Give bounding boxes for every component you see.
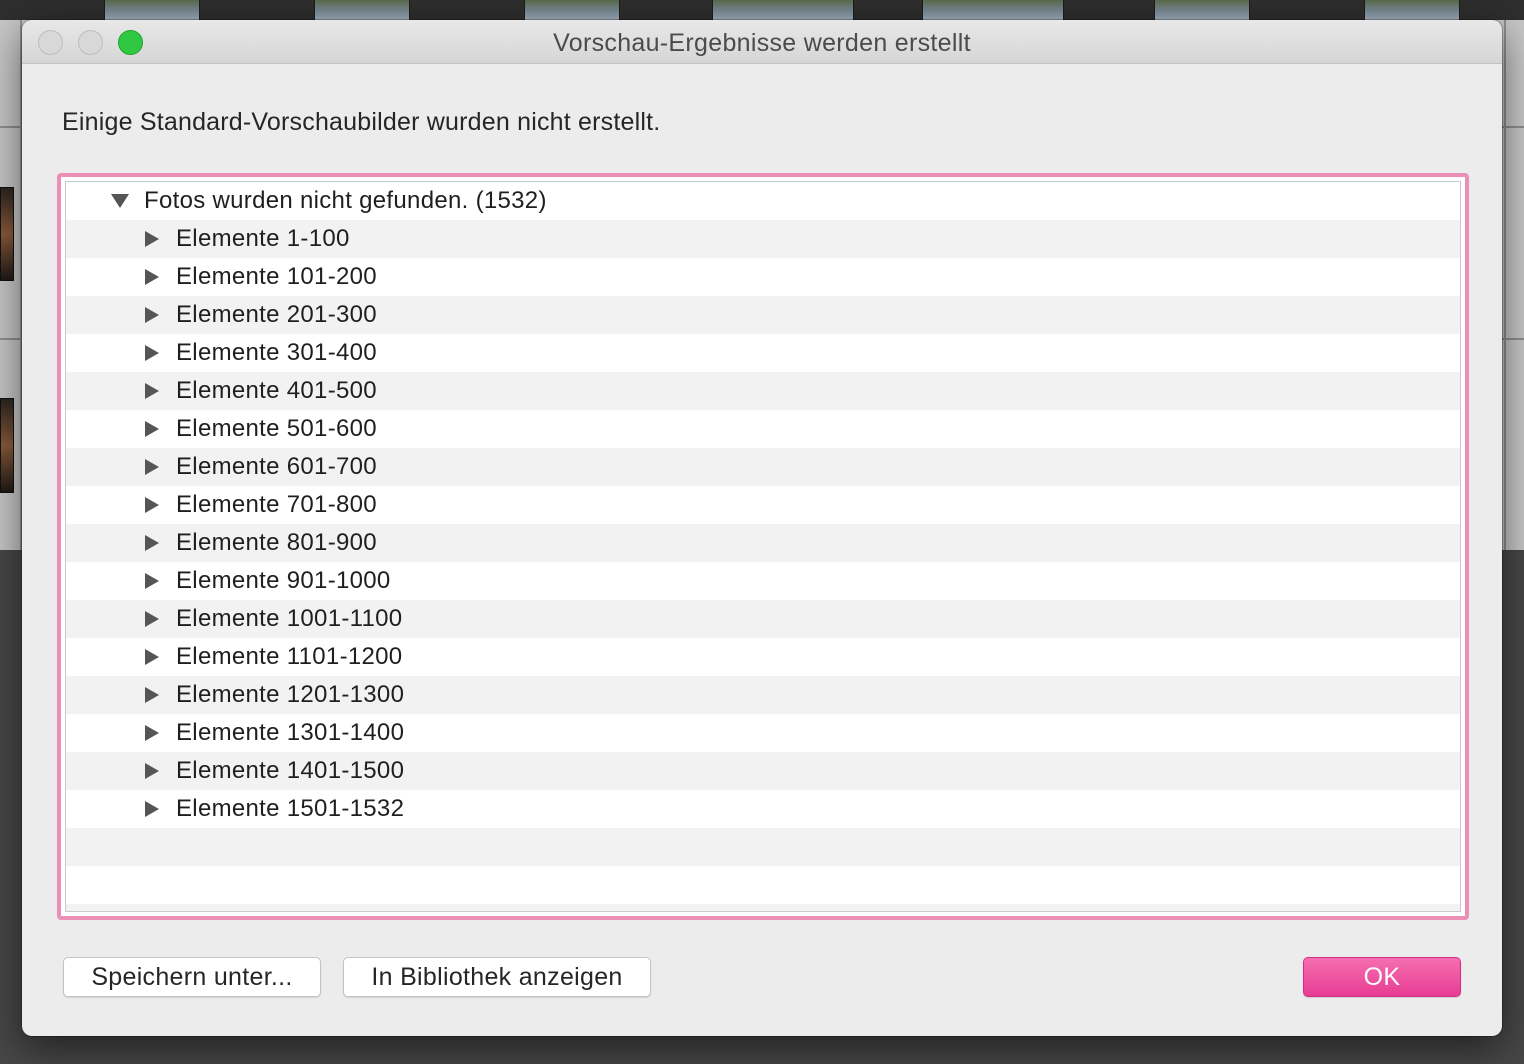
- filmstrip-thumbnail: [314, 0, 410, 20]
- filmstrip-thumbnail: [1154, 0, 1250, 20]
- tree-child-row[interactable]: Elemente 901-1000: [66, 562, 1460, 600]
- tree-child-label: Elemente 1301-1400: [176, 719, 405, 746]
- grid-thumbnail: [0, 398, 14, 493]
- disclosure-triangle-right-icon[interactable]: [142, 638, 162, 676]
- disclosure-triangle-right-icon[interactable]: [142, 752, 162, 790]
- tree-child-row[interactable]: Elemente 501-600: [66, 410, 1460, 448]
- tree-child-row[interactable]: Elemente 1001-1100: [66, 600, 1460, 638]
- filmstrip-thumbnail: [104, 0, 200, 20]
- disclosure-triangle-right-icon[interactable]: [142, 790, 162, 828]
- tree-child-label: Elemente 901-1000: [176, 567, 391, 594]
- ok-button[interactable]: OK: [1303, 957, 1461, 997]
- disclosure-triangle-down-icon[interactable]: [110, 182, 130, 220]
- filmstrip-thumbnail: [524, 0, 620, 20]
- grid-divider: [1504, 20, 1506, 550]
- save-as-button[interactable]: Speichern unter...: [63, 957, 321, 997]
- show-in-library-button[interactable]: In Bibliothek anzeigen: [343, 957, 651, 997]
- tree-child-row[interactable]: Elemente 1101-1200: [66, 638, 1460, 676]
- disclosure-triangle-right-icon[interactable]: [142, 372, 162, 410]
- results-list-focus-ring: Fotos wurden nicht gefunden. (1532) Elem…: [57, 173, 1469, 920]
- tree-child-label: Elemente 1-100: [176, 225, 350, 252]
- filmstrip-thumbnail: [922, 0, 1064, 20]
- disclosure-triangle-right-icon[interactable]: [142, 676, 162, 714]
- empty-row: [66, 828, 1460, 866]
- tree-child-row[interactable]: Elemente 1301-1400: [66, 714, 1460, 752]
- tree-child-row[interactable]: Elemente 401-500: [66, 372, 1460, 410]
- tree-child-label: Elemente 1401-1500: [176, 757, 405, 784]
- tree-child-row[interactable]: Elemente 1-100: [66, 220, 1460, 258]
- filmstrip-thumbnail: [1364, 0, 1460, 20]
- dialog-message: Einige Standard-Vorschaubilder wurden ni…: [62, 108, 661, 136]
- results-tree-list[interactable]: Fotos wurden nicht gefunden. (1532) Elem…: [65, 181, 1461, 912]
- disclosure-triangle-right-icon[interactable]: [142, 600, 162, 638]
- tree-child-row[interactable]: Elemente 601-700: [66, 448, 1460, 486]
- disclosure-triangle-right-icon[interactable]: [142, 562, 162, 600]
- empty-row: [66, 866, 1460, 904]
- disclosure-triangle-right-icon[interactable]: [142, 448, 162, 486]
- disclosure-triangle-right-icon[interactable]: [142, 410, 162, 448]
- tree-child-label: Elemente 1101-1200: [176, 643, 403, 670]
- tree-child-label: Elemente 401-500: [176, 377, 377, 404]
- window-title: Vorschau-Ergebnisse werden erstellt: [553, 29, 971, 57]
- tree-child-label: Elemente 101-200: [176, 263, 377, 290]
- disclosure-triangle-right-icon[interactable]: [142, 524, 162, 562]
- tree-child-label: Elemente 1201-1300: [176, 681, 405, 708]
- preview-results-dialog: Vorschau-Ergebnisse werden erstellt Eini…: [22, 20, 1502, 1036]
- disclosure-triangle-right-icon[interactable]: [142, 296, 162, 334]
- tree-child-label: Elemente 801-900: [176, 529, 377, 556]
- filmstrip-thumbnail: [712, 0, 854, 20]
- tree-child-row[interactable]: Elemente 701-800: [66, 486, 1460, 524]
- disclosure-triangle-right-icon[interactable]: [142, 220, 162, 258]
- tree-child-row[interactable]: Elemente 801-900: [66, 524, 1460, 562]
- tree-parent-row[interactable]: Fotos wurden nicht gefunden. (1532): [66, 182, 1460, 220]
- background-filmstrip: [0, 0, 1524, 20]
- tree-child-label: Elemente 201-300: [176, 301, 377, 328]
- tree-child-row[interactable]: Elemente 1401-1500: [66, 752, 1460, 790]
- disclosure-triangle-right-icon[interactable]: [142, 258, 162, 296]
- tree-child-label: Elemente 701-800: [176, 491, 377, 518]
- tree-child-row[interactable]: Elemente 1201-1300: [66, 676, 1460, 714]
- tree-child-label: Elemente 1001-1100: [176, 605, 403, 632]
- tree-child-label: Elemente 501-600: [176, 415, 377, 442]
- tree-child-label: Elemente 1501-1532: [176, 795, 405, 822]
- tree-child-row[interactable]: Elemente 101-200: [66, 258, 1460, 296]
- tree-child-label: Elemente 301-400: [176, 339, 377, 366]
- disclosure-triangle-right-icon[interactable]: [142, 714, 162, 752]
- disclosure-triangle-right-icon[interactable]: [142, 486, 162, 524]
- tree-child-row[interactable]: Elemente 301-400: [66, 334, 1460, 372]
- title-bar: Vorschau-Ergebnisse werden erstellt: [22, 20, 1502, 64]
- tree-parent-label: Fotos wurden nicht gefunden. (1532): [144, 187, 547, 214]
- tree-child-row[interactable]: Elemente 201-300: [66, 296, 1460, 334]
- disclosure-triangle-right-icon[interactable]: [142, 334, 162, 372]
- grid-thumbnail: [0, 187, 14, 281]
- empty-row: [66, 904, 1460, 911]
- tree-child-label: Elemente 601-700: [176, 453, 377, 480]
- tree-child-row[interactable]: Elemente 1501-1532: [66, 790, 1460, 828]
